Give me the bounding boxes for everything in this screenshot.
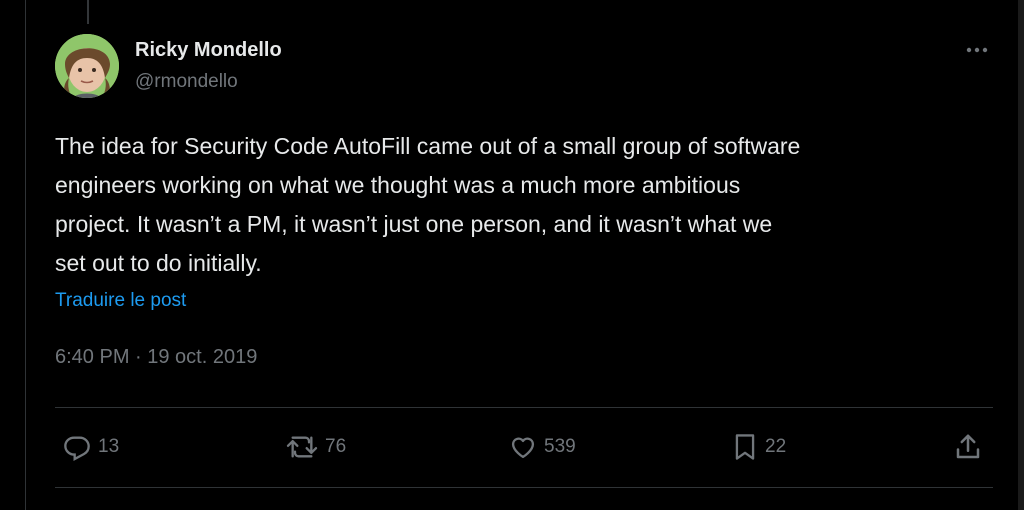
more-horizontal-icon	[966, 47, 988, 53]
post-text: The idea for Security Code AutoFill came…	[55, 133, 801, 276]
post-detail: Ricky Mondello @rmondello The idea for S…	[0, 0, 1024, 510]
divider	[55, 487, 993, 488]
author-handle[interactable]: @rmondello	[135, 71, 238, 93]
bookmark-count: 22	[765, 436, 787, 457]
reply-count: 13	[98, 436, 120, 457]
heart-icon	[511, 437, 535, 459]
thread-connector-line	[87, 0, 89, 24]
share-button[interactable]	[953, 425, 983, 469]
more-options-button[interactable]	[962, 36, 992, 64]
divider	[55, 407, 993, 408]
author-name[interactable]: Ricky Mondello	[135, 39, 282, 62]
bookmark-icon	[735, 434, 755, 460]
post-timestamp[interactable]: 6:40 PM · 19 oct. 2019	[55, 346, 257, 369]
avatar[interactable]	[55, 34, 119, 98]
repost-icon	[286, 436, 318, 458]
repost-count: 76	[325, 436, 347, 457]
like-count: 539	[544, 436, 576, 457]
like-button[interactable]: 539	[508, 425, 576, 469]
reply-button[interactable]: 13	[62, 425, 119, 469]
bookmark-button[interactable]: 22	[731, 425, 786, 469]
reply-icon	[64, 436, 90, 461]
translate-post-link[interactable]: Traduire le post	[55, 290, 186, 312]
action-bar: 13 76 539 22	[0, 425, 1024, 469]
avatar-image	[55, 34, 119, 98]
repost-button[interactable]: 76	[285, 425, 346, 469]
share-icon	[956, 434, 980, 459]
